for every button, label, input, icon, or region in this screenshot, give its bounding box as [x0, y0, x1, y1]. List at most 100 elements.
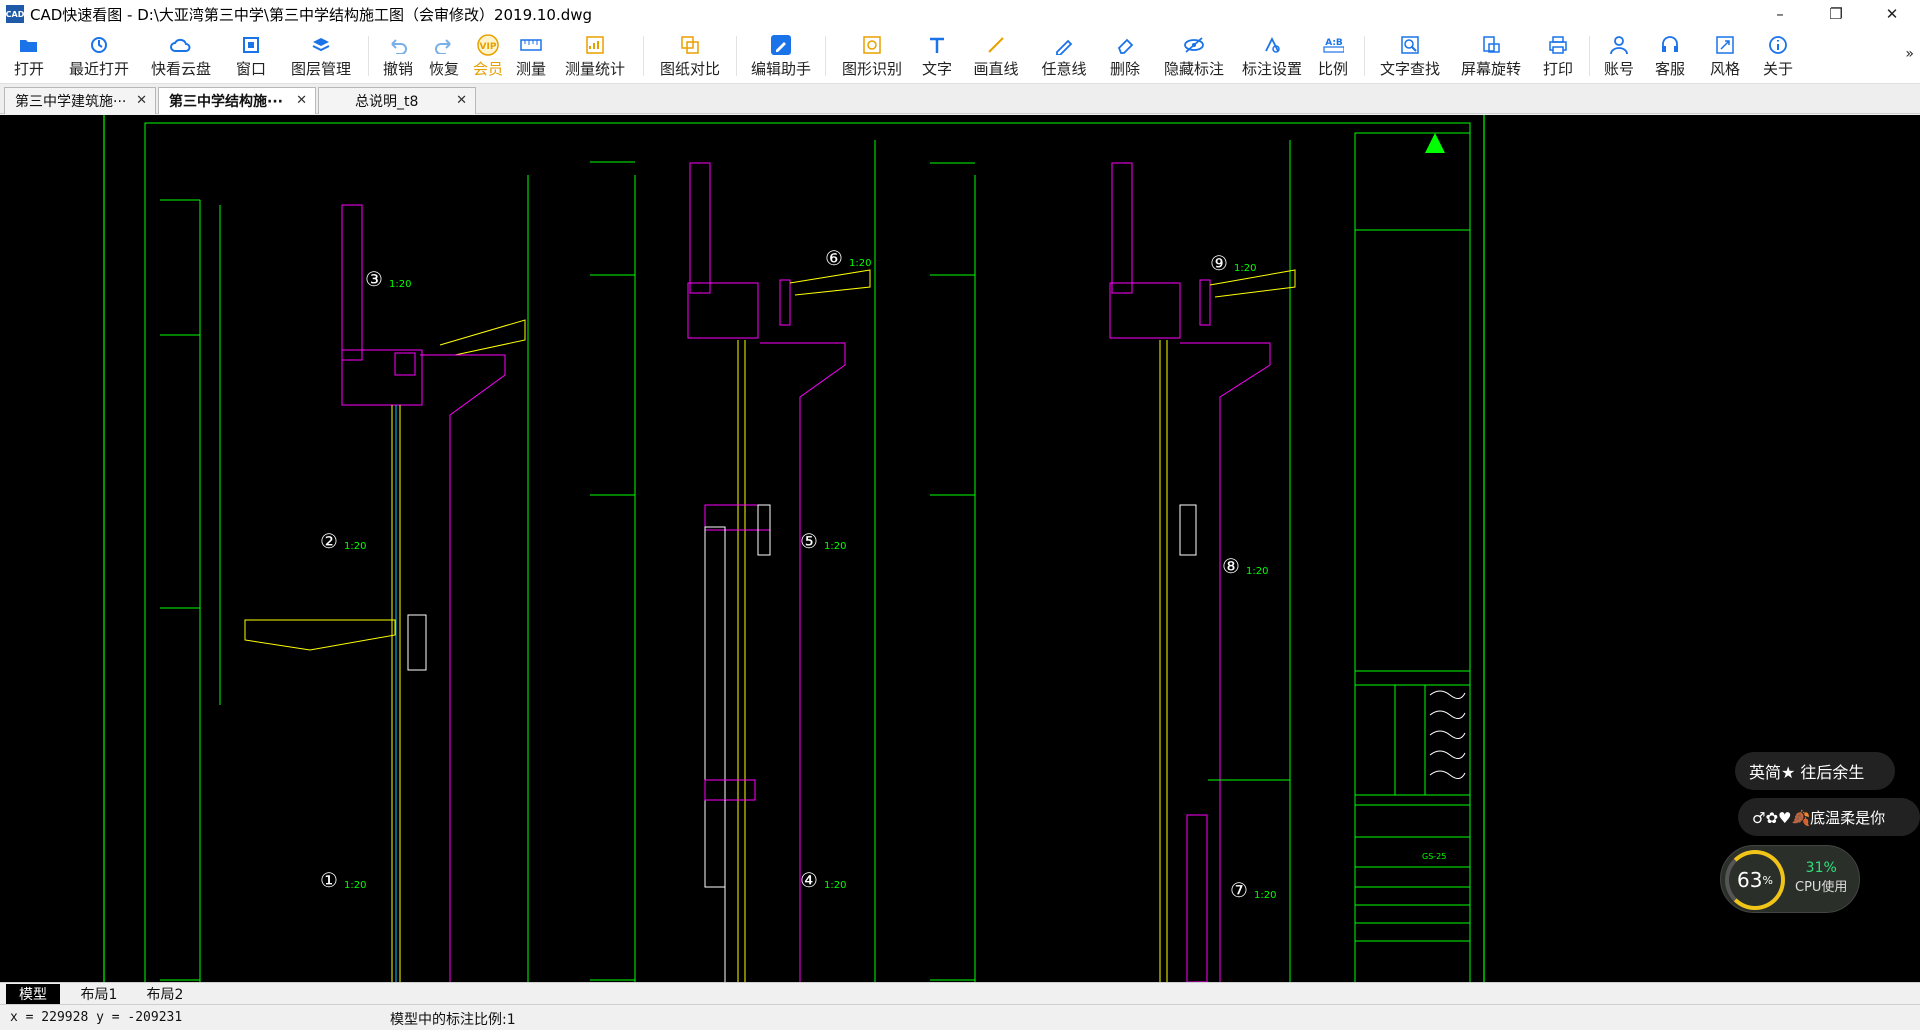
- open-label: 打开: [13, 60, 44, 78]
- cpu-monitor-widget[interactable]: 63% 31% CPU使用: [1720, 845, 1860, 913]
- measure-stats-label: 测量统计: [564, 60, 625, 78]
- window-title: CAD快速看图 - D:\大亚湾第三中学\第三中学结构施工图（会审修改）2019…: [30, 5, 593, 24]
- tab-label: 第三中学结构施···: [169, 94, 283, 110]
- drawing-canvas[interactable]: ③ 1:20 ⑥ 1:20 ⑨ 1:20 ② 1:20 ⑤ 1:20 ⑧ 1:20 ① 1:2…: [0, 115, 1920, 982]
- edit-assistant-label: 编辑助手: [750, 60, 811, 78]
- delete-button[interactable]: 删除: [1098, 28, 1152, 84]
- layout-tab-bar: 模型 布局1 布局2: [0, 982, 1920, 1004]
- redo-button[interactable]: 恢复: [421, 28, 467, 84]
- tab-structure-drawing[interactable]: 第三中学结构施··· ✕: [158, 87, 316, 114]
- svg-text:1:20: 1:20: [824, 880, 846, 891]
- about-button[interactable]: 关于: [1752, 28, 1804, 84]
- close-window-button[interactable]: ✕: [1864, 0, 1920, 28]
- maximize-button[interactable]: ❐: [1808, 0, 1864, 28]
- headset-icon: [1659, 34, 1681, 56]
- svg-text:1:20: 1:20: [1254, 890, 1276, 901]
- minimize-button[interactable]: –: [1752, 0, 1808, 28]
- draw-line-label: 画直线: [973, 60, 1019, 78]
- detail-callout-1: ① 1:20: [320, 868, 366, 892]
- scale-button[interactable]: A:B 比例: [1308, 28, 1358, 84]
- main-toolbar: 打开 最近打开 快看云盘 窗口 图层管理 撤销 恢复 VIP 会员 测量 测量统…: [0, 28, 1920, 84]
- printer-icon: [1547, 34, 1569, 56]
- svg-text:⑧: ⑧: [1222, 554, 1240, 578]
- tab-model[interactable]: 模型: [6, 984, 60, 1004]
- drawing-code: GS-25: [1422, 852, 1446, 861]
- tab-label: 总说明_t8: [355, 94, 419, 110]
- svg-text:1:20: 1:20: [824, 541, 846, 552]
- open-button[interactable]: 打开: [0, 28, 58, 84]
- scale-label: 比例: [1317, 60, 1348, 78]
- account-label: 账号: [1603, 60, 1634, 78]
- music-widget-pill[interactable]: 英简★ 往后余生: [1735, 752, 1895, 790]
- edit-assistant-button[interactable]: 编辑助手: [743, 28, 819, 84]
- text-tool-label: 文字: [921, 60, 952, 78]
- tab-layout2[interactable]: 布局2: [138, 984, 192, 1004]
- window-label: 窗口: [235, 60, 266, 78]
- window-button[interactable]: 窗口: [222, 28, 280, 84]
- cloud-disk-button[interactable]: 快看云盘: [140, 28, 222, 84]
- about-label: 关于: [1762, 60, 1793, 78]
- document-tab-bar: 第三中学建筑施··· ✕ 第三中学结构施··· ✕ 总说明_t8 ✕: [0, 84, 1920, 114]
- detail-callouts: ③ 1:20 ⑥ 1:20 ⑨ 1:20 ② 1:20 ⑤ 1:20 ⑧ 1:20 ① 1:2…: [320, 246, 1446, 902]
- svg-text:⑤: ⑤: [800, 529, 818, 553]
- vip-label: 会员: [472, 60, 503, 78]
- window-controls: – ❐ ✕: [1752, 0, 1920, 28]
- svg-text:②: ②: [320, 529, 338, 553]
- rotate-screen-button[interactable]: 屏幕旋转: [1449, 28, 1533, 84]
- style-button[interactable]: 风格: [1698, 28, 1752, 84]
- style-label: 风格: [1709, 60, 1740, 78]
- hide-annotation-button[interactable]: 隐藏标注: [1152, 28, 1236, 84]
- account-button[interactable]: 账号: [1596, 28, 1642, 84]
- status-bar: x = 229928 y = -209231 模型中的标注比例:1: [0, 1004, 1920, 1030]
- tab-layout1[interactable]: 布局1: [72, 984, 126, 1004]
- recent-open-button[interactable]: 最近打开: [58, 28, 140, 84]
- close-tab-icon[interactable]: ✕: [136, 93, 147, 108]
- compare-drawings-button[interactable]: 图纸对比: [650, 28, 730, 84]
- detail-callout-9: ⑨ 1:20: [1210, 251, 1256, 275]
- redo-icon: [433, 34, 455, 56]
- cpu-usage-value: 31%: [1805, 860, 1837, 876]
- text-search-button[interactable]: 文字查找: [1371, 28, 1449, 84]
- detail-callout-2: ② 1:20: [320, 529, 366, 553]
- column-1-details: [160, 175, 529, 982]
- delete-label: 删除: [1109, 60, 1140, 78]
- svg-text:1:20: 1:20: [1246, 566, 1268, 577]
- hide-annotation-label: 隐藏标注: [1163, 60, 1224, 78]
- print-button[interactable]: 打印: [1533, 28, 1583, 84]
- undo-button[interactable]: 撤销: [375, 28, 421, 84]
- account-icon: [1608, 34, 1630, 56]
- text-tool-button[interactable]: 文字: [912, 28, 962, 84]
- measure-button[interactable]: 测量: [509, 28, 553, 84]
- toolbar-more-button[interactable]: »: [1905, 46, 1914, 62]
- lyric-widget-pill[interactable]: ♂✿♥🍂底温柔是你: [1738, 798, 1920, 836]
- compare-label: 图纸对比: [659, 60, 720, 78]
- freehand-button[interactable]: 任意线: [1030, 28, 1098, 84]
- eraser-icon: [1114, 34, 1136, 56]
- draw-line-button[interactable]: 画直线: [962, 28, 1030, 84]
- shape-recognize-button[interactable]: 图形识别: [832, 28, 912, 84]
- tab-architecture-drawing[interactable]: 第三中学建筑施··· ✕: [4, 87, 156, 114]
- svg-text:1:20: 1:20: [389, 279, 411, 290]
- vip-button[interactable]: VIP 会员: [467, 28, 509, 84]
- cad-drawing: ③ 1:20 ⑥ 1:20 ⑨ 1:20 ② 1:20 ⑤ 1:20 ⑧ 1:20 ① 1:2…: [103, 115, 1485, 982]
- customer-service-button[interactable]: 客服: [1642, 28, 1698, 84]
- scale-icon: A:B: [1322, 34, 1344, 56]
- svg-text:③: ③: [365, 267, 383, 291]
- tab-label: 第三中学建筑施···: [15, 94, 127, 110]
- vip-icon: VIP: [477, 34, 499, 56]
- cloud-icon: [170, 34, 192, 56]
- recent-open-label: 最近打开: [68, 60, 129, 78]
- shape-recognize-icon: [861, 34, 883, 56]
- layer-manager-button[interactable]: 图层管理: [280, 28, 362, 84]
- info-icon: [1767, 34, 1789, 56]
- close-tab-icon[interactable]: ✕: [296, 93, 307, 108]
- toolbar-divider: [368, 36, 369, 76]
- annotation-settings-button[interactable]: 标注设置: [1236, 28, 1308, 84]
- svg-text:⑥: ⑥: [825, 246, 843, 270]
- svg-text:①: ①: [320, 868, 338, 892]
- annotation-settings-label: 标注设置: [1241, 60, 1302, 78]
- measure-stats-button[interactable]: 测量统计: [553, 28, 637, 84]
- detail-callout-7: ⑦ 1:20: [1230, 878, 1276, 902]
- tab-general-notes[interactable]: 总说明_t8 ✕: [318, 87, 476, 114]
- close-tab-icon[interactable]: ✕: [456, 93, 467, 108]
